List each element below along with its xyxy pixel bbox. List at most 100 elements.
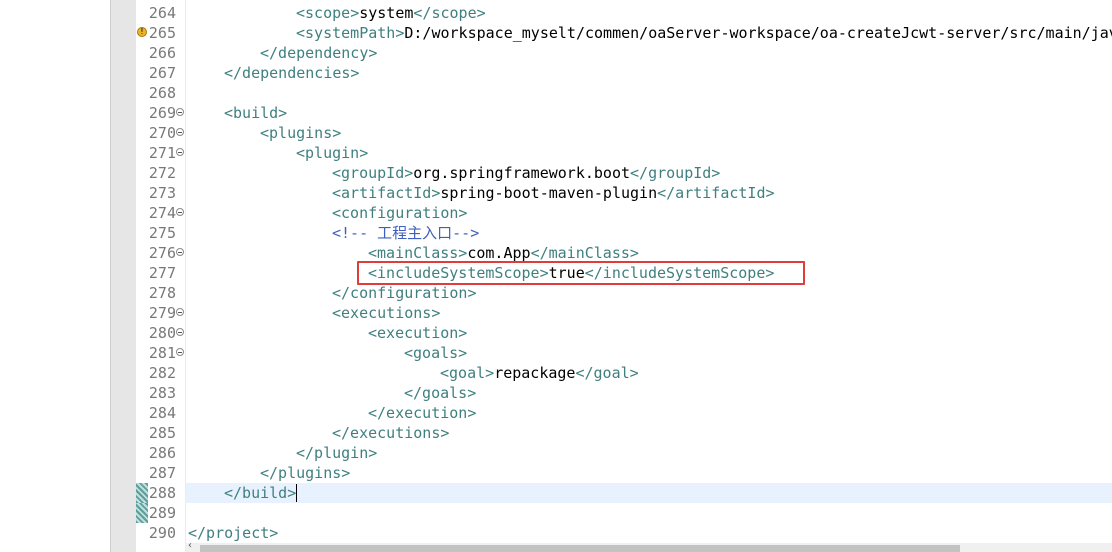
line-number: 279 <box>148 304 176 322</box>
code-text[interactable]: <scope>system</scope> <box>296 3 486 23</box>
code-line[interactable]: 285 </executions> <box>0 423 1112 443</box>
collapse-icon[interactable] <box>176 348 184 356</box>
code-text[interactable]: <plugins> <box>260 123 341 143</box>
line-number: 280 <box>148 324 176 342</box>
xml-tag: </dependency> <box>260 44 378 62</box>
code-line[interactable]: 270 <plugins> <box>0 123 1112 143</box>
code-line-area[interactable] <box>186 303 1112 323</box>
text-caret <box>296 484 297 502</box>
xml-tag: <goals> <box>404 344 468 362</box>
code-text[interactable]: </execution> <box>368 403 476 423</box>
xml-tag: <plugin> <box>296 144 369 162</box>
code-text[interactable]: </dependencies> <box>224 63 359 83</box>
line-number: 290 <box>148 524 176 542</box>
code-line-area[interactable] <box>186 223 1112 243</box>
collapse-icon[interactable] <box>176 208 184 216</box>
code-line[interactable]: 266 </dependency> <box>0 43 1112 63</box>
code-line-area[interactable] <box>186 323 1112 343</box>
code-line-area[interactable] <box>186 283 1112 303</box>
code-text[interactable]: <configuration> <box>332 203 467 223</box>
xml-tag: </groupId> <box>630 164 721 182</box>
code-line[interactable]: 273 <artifactId>spring-boot-maven-plugin<… <box>0 183 1112 203</box>
code-line[interactable]: 269 <build> <box>0 103 1112 123</box>
code-line[interactable]: ! 265 <systemPath>D:/workspace_myselt/comm… <box>0 23 1112 43</box>
code-line[interactable]: 268 <box>0 83 1112 103</box>
line-number: 268 <box>148 84 176 102</box>
code-line-area[interactable] <box>186 363 1112 383</box>
code-line[interactable]: 284 </execution> <box>0 403 1112 423</box>
code-text[interactable]: </configuration> <box>332 283 477 303</box>
chevron-left-icon[interactable]: ‹ <box>188 541 192 551</box>
code-text[interactable]: <goal>repackage</goal> <box>440 363 639 383</box>
code-line[interactable]: 286 </plugin> <box>0 443 1112 463</box>
code-line[interactable]: 287 </plugins> <box>0 463 1112 483</box>
code-line[interactable]: 280 <execution> <box>0 323 1112 343</box>
code-line[interactable]: 275 <!-- 工程主入口--> <box>0 223 1112 243</box>
xml-tag: </plugins> <box>260 464 351 482</box>
code-line[interactable]: 276 <mainClass>com.App</mainClass> <box>0 243 1112 263</box>
collapse-icon[interactable] <box>176 148 184 156</box>
code-line-area[interactable] <box>186 83 1112 103</box>
xml-value: com.App <box>467 244 531 262</box>
collapse-icon[interactable] <box>176 328 184 336</box>
code-text[interactable]: <artifactId>spring-boot-maven-plugin</ar… <box>332 183 775 203</box>
code-line[interactable]: 272 <groupId>org.springframework.boot</gr… <box>0 163 1112 183</box>
code-line[interactable]: 288 </build> <box>0 483 1112 503</box>
code-line[interactable]: 274 <configuration> <box>0 203 1112 223</box>
line-number: 284 <box>148 404 176 422</box>
collapse-icon[interactable] <box>176 248 184 256</box>
code-text[interactable]: </dependency> <box>260 43 377 63</box>
xml-tag: <goal> <box>440 364 495 382</box>
code-text[interactable]: <systemPath>D:/workspace_myselt/commen/o… <box>296 23 1112 43</box>
code-line-area[interactable] <box>186 503 1112 523</box>
code-text[interactable]: <plugin> <box>296 143 368 163</box>
code-line[interactable]: 283 </goals> <box>0 383 1112 403</box>
code-text[interactable]: <!-- 工程主入口--> <box>332 223 479 243</box>
line-number: 286 <box>148 444 176 462</box>
code-line[interactable]: 264 <scope>system</scope> <box>0 3 1112 23</box>
code-line-area[interactable] <box>186 383 1112 403</box>
code-text[interactable]: </plugin> <box>296 443 377 463</box>
code-text[interactable]: <mainClass>com.App</mainClass> <box>368 243 639 263</box>
collapse-icon[interactable] <box>176 108 184 116</box>
xml-tag: <configuration> <box>332 204 468 222</box>
code-text[interactable]: <executions> <box>332 303 440 323</box>
code-text[interactable]: </plugins> <box>260 463 350 483</box>
code-line-area[interactable] <box>186 343 1112 363</box>
code-line-area[interactable] <box>186 203 1112 223</box>
collapse-icon[interactable] <box>176 308 184 316</box>
xml-tag: </build> <box>224 484 297 502</box>
code-line[interactable]: 281 <goals> <box>0 343 1112 363</box>
xml-tag: </artifactId> <box>657 184 775 202</box>
code-text[interactable]: </goals> <box>404 383 476 403</box>
code-line[interactable]: 290 </project> <box>0 523 1112 543</box>
xml-tag: <groupId> <box>332 164 414 182</box>
xml-tag: </plugin> <box>296 444 378 462</box>
code-line-area[interactable] <box>186 243 1112 263</box>
code-line-area[interactable] <box>186 523 1112 543</box>
code-line[interactable]: 282 <goal>repackage</goal> <box>0 363 1112 383</box>
code-line-area[interactable] <box>186 103 1112 123</box>
xml-comment: <!-- 工程主入口--> <box>332 224 480 242</box>
code-line[interactable]: 278 </configuration> <box>0 283 1112 303</box>
code-text[interactable]: <execution> <box>368 323 467 343</box>
code-line[interactable]: 271 <plugin> <box>0 143 1112 163</box>
code-line[interactable]: 279 <executions> <box>0 303 1112 323</box>
code-text[interactable]: <goals> <box>404 343 467 363</box>
code-line[interactable]: 289 <box>0 503 1112 523</box>
horizontal-scrollbar-thumb[interactable] <box>200 545 960 552</box>
line-number: 266 <box>148 44 176 62</box>
collapse-icon[interactable] <box>176 128 184 136</box>
code-text[interactable]: </build> <box>224 483 296 503</box>
code-text[interactable]: </executions> <box>332 423 449 443</box>
code-line-area[interactable] <box>186 483 1112 503</box>
xml-tag: </execution> <box>368 404 477 422</box>
code-line[interactable]: 267 </dependencies> <box>0 63 1112 83</box>
line-number: 282 <box>148 364 176 382</box>
code-text[interactable]: <groupId>org.springframework.boot</group… <box>332 163 720 183</box>
xml-tag: <mainClass> <box>368 244 468 262</box>
code-text[interactable]: <build> <box>224 103 287 123</box>
code-text[interactable]: </project> <box>188 523 278 543</box>
code-line-area[interactable] <box>186 403 1112 423</box>
code-line-area[interactable] <box>186 423 1112 443</box>
